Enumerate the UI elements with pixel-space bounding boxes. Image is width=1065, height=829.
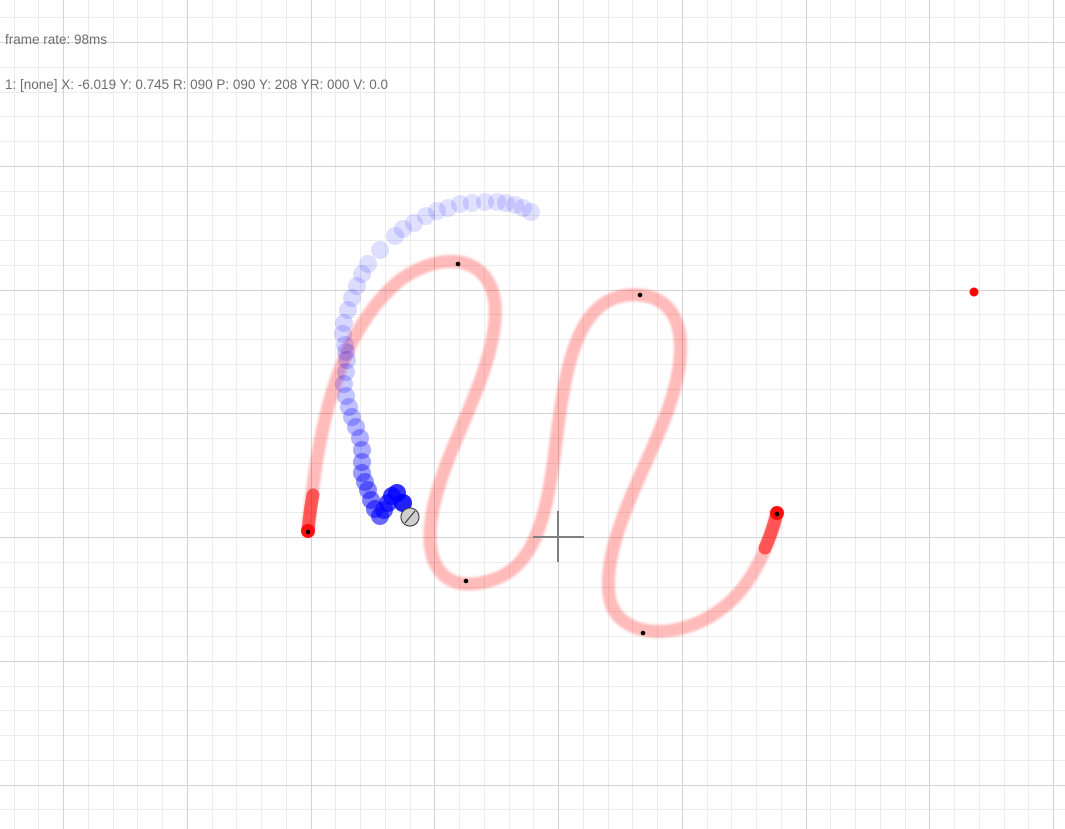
spline-path [301, 254, 784, 638]
trail-dot [386, 227, 404, 245]
trail-dot [371, 241, 389, 259]
control-point[interactable] [774, 511, 780, 517]
control-point[interactable] [305, 529, 311, 535]
control-point[interactable] [640, 630, 646, 636]
control-point[interactable] [455, 261, 461, 267]
pointer-handle-icon[interactable] [400, 507, 420, 527]
control-points [305, 261, 780, 636]
spline-stroke [301, 254, 784, 638]
control-point[interactable] [463, 578, 469, 584]
pointer-status-text: 1: [none] X: -6.019 Y: 0.745 R: 090 P: 0… [5, 77, 389, 92]
minor-grid [0, 0, 1065, 829]
control-point[interactable] [637, 292, 643, 298]
target-dot-icon[interactable] [969, 287, 979, 297]
canvas[interactable] [0, 0, 1065, 829]
frame-rate-text: frame rate: 98ms [5, 32, 108, 47]
status-overlay: frame rate: 98ms 1: [none] X: -6.019 Y: … [5, 2, 388, 107]
